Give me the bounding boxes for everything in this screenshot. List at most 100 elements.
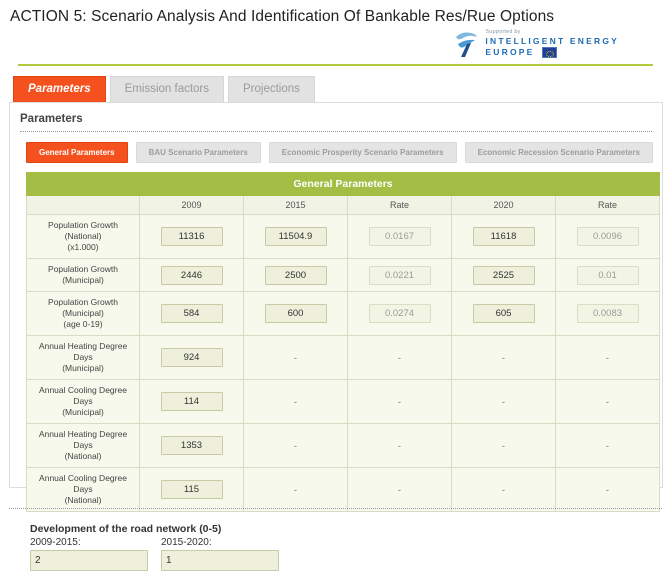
rate-value-input[interactable] bbox=[368, 304, 431, 323]
dash-placeholder: - bbox=[397, 352, 402, 364]
rate-value-input[interactable] bbox=[368, 227, 431, 246]
dash-placeholder: - bbox=[605, 440, 610, 452]
column-header-2020: 2020 bbox=[451, 195, 556, 215]
dash-placeholder: - bbox=[293, 396, 298, 408]
dash-placeholder: - bbox=[501, 484, 506, 496]
eu-flag-icon bbox=[541, 47, 557, 58]
parameter-value-input[interactable] bbox=[264, 304, 327, 323]
road-network-section: Development of the road network (0-5) 20… bbox=[30, 523, 652, 571]
tab-parameters[interactable]: Parameters bbox=[13, 76, 106, 102]
parameter-value-input[interactable] bbox=[160, 304, 223, 323]
parameter-value-input[interactable] bbox=[264, 265, 327, 285]
parameter-value-input[interactable] bbox=[264, 227, 327, 246]
row-label: Population Growth (National) (x1.000) bbox=[26, 214, 140, 259]
table-cell-input bbox=[243, 291, 348, 336]
table-cell-input bbox=[243, 258, 348, 292]
rate-value-input[interactable] bbox=[576, 227, 639, 246]
row-label: Annual Cooling Degree Days (National) bbox=[26, 467, 140, 512]
general-parameters-table: General Parameters 2009 2015 Rate 2020 Rate Po… bbox=[25, 172, 661, 512]
dash-placeholder: - bbox=[397, 484, 402, 496]
dash-placeholder: - bbox=[293, 352, 298, 364]
parameter-value-input[interactable] bbox=[160, 436, 223, 455]
column-header-rate: Rate bbox=[347, 195, 452, 215]
parameters-panel: Parameters General Parameters BAU Scenar… bbox=[9, 102, 663, 571]
iee-logo-line1: INTELLIGENT ENERGY bbox=[485, 36, 619, 46]
dash-placeholder: - bbox=[397, 396, 402, 408]
rate-value-input[interactable] bbox=[368, 265, 431, 285]
table-cell-input bbox=[139, 335, 244, 380]
table-header-row: 2009 2015 Rate 2020 Rate bbox=[26, 195, 661, 215]
sub-tab-bar: General Parameters BAU Scenario Paramete… bbox=[20, 142, 653, 163]
column-header-2009: 2009 bbox=[139, 195, 244, 215]
sub-tab-economic-recession-scenario-parameters[interactable]: Economic Recession Scenario Parameters bbox=[464, 142, 653, 163]
table-cell-empty: - bbox=[554, 467, 661, 512]
road-field-2009-2015: 2009-2015: bbox=[30, 537, 148, 571]
table-cell-input bbox=[139, 423, 244, 468]
table-cell-input bbox=[554, 258, 661, 292]
row-label: Annual Cooling Degree Days (Municipal) bbox=[26, 379, 140, 424]
table-cell-empty: - bbox=[451, 379, 556, 424]
road-network-fields: 2009-2015: 2015-2020: bbox=[30, 537, 652, 571]
table-cell-input bbox=[451, 291, 556, 336]
table-cell-input bbox=[139, 291, 244, 336]
intelligent-energy-europe-logo: Supported by INTELLIGENT ENERGY EUROPE bbox=[454, 28, 619, 62]
parameter-value-input[interactable] bbox=[160, 480, 223, 499]
parameter-value-input[interactable] bbox=[472, 227, 535, 246]
table-cell-empty: - bbox=[554, 379, 661, 424]
iee-logo-line2: EUROPE bbox=[485, 47, 535, 57]
table-cell-empty: - bbox=[347, 379, 452, 424]
dash-placeholder: - bbox=[293, 484, 298, 496]
dash-placeholder: - bbox=[605, 396, 610, 408]
sub-tab-general-parameters[interactable]: General Parameters bbox=[26, 142, 128, 163]
rate-value-input[interactable] bbox=[576, 304, 639, 323]
dash-placeholder: - bbox=[605, 484, 610, 496]
row-label: Population Growth (Municipal) bbox=[26, 258, 140, 292]
parameter-value-input[interactable] bbox=[160, 227, 223, 246]
road-input-2015-2020[interactable] bbox=[161, 550, 279, 571]
table-cell-empty: - bbox=[451, 335, 556, 380]
dash-placeholder: - bbox=[501, 440, 506, 452]
table-cell-empty: - bbox=[243, 379, 348, 424]
table-cell-empty: - bbox=[554, 335, 661, 380]
table-caption: General Parameters bbox=[25, 172, 661, 196]
table-cell-input bbox=[139, 258, 244, 292]
sub-tab-economic-prosperity-scenario-parameters[interactable]: Economic Prosperity Scenario Parameters bbox=[268, 142, 457, 163]
table-row: Population Growth (Municipal) bbox=[26, 258, 661, 292]
panel-title-divider bbox=[20, 131, 652, 132]
table-row: Population Growth (Municipal) (age 0-19) bbox=[26, 291, 661, 336]
road-input-2009-2015[interactable] bbox=[30, 550, 148, 571]
road-label-2009-2015: 2009-2015: bbox=[30, 537, 81, 548]
table-row: Annual Cooling Degree Days(Municipal) - - -… bbox=[26, 379, 661, 424]
column-header-rate: Rate bbox=[554, 195, 661, 215]
parameter-value-input[interactable] bbox=[160, 265, 223, 285]
row-label: Population Growth (Municipal) (age 0-19) bbox=[26, 291, 140, 336]
rate-value-input[interactable] bbox=[576, 265, 639, 285]
table-cell-input bbox=[554, 291, 661, 336]
table-cell-empty: - bbox=[451, 467, 556, 512]
tab-emission-factors[interactable]: Emission factors bbox=[109, 76, 225, 102]
parameter-value-input[interactable] bbox=[472, 265, 535, 285]
iee-swoosh-icon bbox=[456, 32, 478, 57]
iee-logo-line2-row: EUROPE bbox=[485, 47, 619, 58]
table-cell-input bbox=[243, 214, 348, 259]
column-header-2015: 2015 bbox=[243, 195, 348, 215]
parameter-value-input[interactable] bbox=[160, 348, 223, 367]
row-label: Annual Heating Degree Days (National) bbox=[26, 423, 140, 468]
tab-projections[interactable]: Projections bbox=[228, 76, 315, 102]
table-cell-input bbox=[451, 214, 556, 259]
parameter-value-input[interactable] bbox=[472, 304, 535, 323]
table-row: Annual Heating Degree Days(Municipal) - - -… bbox=[26, 335, 661, 380]
page-title: ACTION 5: Scenario Analysis And Identifi… bbox=[10, 8, 555, 25]
table-cell-empty: - bbox=[451, 423, 556, 468]
parameter-value-input[interactable] bbox=[160, 392, 223, 411]
table-cell-empty: - bbox=[347, 335, 452, 380]
road-network-title: Development of the road network (0-5) bbox=[30, 523, 222, 535]
logo-row: Supported by INTELLIGENT ENERGY EUROPE bbox=[10, 28, 661, 62]
dash-placeholder: - bbox=[605, 352, 610, 364]
dash-placeholder: - bbox=[293, 440, 298, 452]
road-field-2015-2020: 2015-2020: bbox=[161, 537, 279, 571]
table-row: Annual Cooling Degree Days(National) - - - - bbox=[26, 467, 661, 512]
table-cell-empty: - bbox=[243, 335, 348, 380]
table-cell-input bbox=[347, 214, 452, 259]
sub-tab-bau-scenario-parameters[interactable]: BAU Scenario Parameters bbox=[135, 142, 261, 163]
